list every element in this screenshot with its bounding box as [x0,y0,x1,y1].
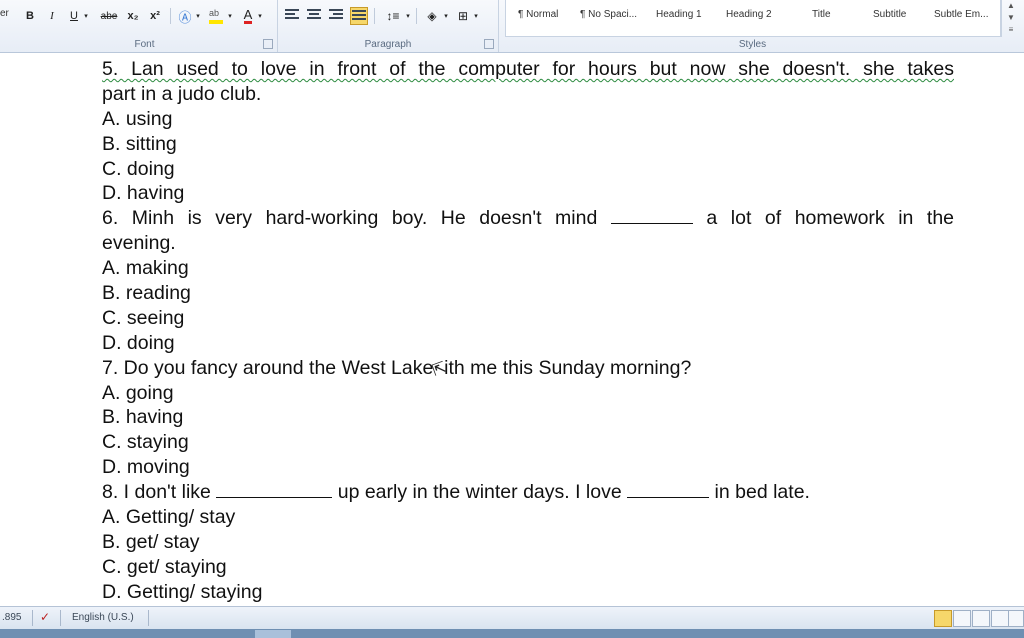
question-6-text-pre: 6. Minh is very hard-working boy. He doe… [102,207,598,230]
web-layout-view-button[interactable] [972,610,990,627]
paragraph-dialog-launcher-icon[interactable] [484,39,494,49]
document-page[interactable]: 5. Lan used to love in front of the comp… [0,53,1024,605]
align-right-button[interactable] [328,7,344,23]
doc-line: 6. Minh is very hard-working boy. He doe… [102,206,954,231]
paragraph-group-label: Paragraph [364,39,412,50]
shading-icon[interactable]: ◈ [422,6,442,26]
underline-button[interactable]: U [66,6,82,26]
option-line: C. doing [102,157,175,180]
borders-icon[interactable]: ⊞ [454,6,472,26]
question-8-text-mid: up early in the winter days. I love [337,481,622,504]
doc-line: part in a judo club. [102,82,262,105]
option-line: C. staying [102,431,189,454]
question-6-text-post: a lot of homework in the [706,207,955,230]
taskbar [0,629,1024,638]
font-group-label: Font [134,39,155,50]
highlight-dropdown-icon[interactable]: ▾ [226,6,234,26]
style-heading-1[interactable]: Heading 1 [656,9,702,20]
paragraph-group: ↕≡ ▾ ◈ ▾ ⊞ ▾ Paragraph [278,0,499,52]
style-title[interactable]: Title [812,9,831,20]
question-7-text-pre: 7. Do you fancy around the West Lake [102,356,439,379]
shading-dropdown-icon[interactable]: ▾ [442,6,450,26]
document-body[interactable]: 5. Lan used to love in front of the comp… [102,57,954,605]
draft-view-button[interactable] [1008,610,1024,627]
option-line: B. sitting [102,132,177,155]
style-subtle-emphasis[interactable]: Subtle Em... [934,9,988,20]
text-effects-icon[interactable]: Ⓐ [176,6,194,26]
option-line: D. doing [102,331,175,354]
chevron-up-icon[interactable]: ▲ [1001,0,1021,12]
language-indicator[interactable]: English (U.S.) [72,612,134,623]
option-line: B. get/ stay [102,530,200,553]
question-8-text-post: in bed late. [714,481,810,504]
option-line: D. Getting/ staying [102,580,263,603]
status-bar: .895 ✓ English (U.S.) [0,606,1024,630]
option-line: C. get/ staying [102,555,227,578]
borders-dropdown-icon[interactable]: ▾ [472,6,480,26]
print-layout-view-button[interactable] [934,610,952,627]
option-line: A. using [102,107,173,130]
line-spacing-dropdown-icon[interactable]: ▾ [404,6,412,26]
font-color-button[interactable]: A [240,6,256,26]
superscript-button[interactable]: x² [146,6,164,26]
strikethrough-button[interactable]: abe [98,6,120,26]
chevron-down-icon[interactable]: ▼ [1001,12,1021,24]
font-color-dropdown-icon[interactable]: ▾ [256,6,264,26]
doc-line: 8. I don't like up early in the winter d… [102,480,954,505]
option-line: C. seeing [102,306,185,329]
style-no-spacing[interactable]: ¶ No Spaci... [580,9,637,20]
ribbon-edge-label: er [0,8,9,19]
option-line: A. going [102,381,174,404]
highlight-color-icon[interactable]: ab [206,6,226,26]
question-8-text-pre: 8. I don't like [102,481,211,504]
option-line: B. having [102,406,184,429]
font-color-icon: A [243,7,253,24]
answer-blank [627,481,710,499]
justify-button[interactable] [350,7,368,25]
doc-line: 5. Lan used to love in front of the comp… [102,57,954,82]
italic-button[interactable]: I [44,6,60,26]
option-line: D. having [102,182,185,205]
style-heading-2[interactable]: Heading 2 [726,9,772,20]
full-screen-reading-view-button[interactable] [953,610,971,627]
question-5-text: 5. Lan used to love in front of the comp… [102,58,954,80]
doc-line: 7. Do you fancy around the West Lake ⇱it… [102,356,954,381]
styles-gallery: ¶ Normal ¶ No Spaci... Heading 1 Heading… [505,0,1002,37]
outline-view-button[interactable] [991,610,1009,627]
styles-gallery-scroll[interactable]: ▲ ▼ ≡ [1000,0,1021,36]
doc-line: evening. [102,232,176,255]
option-line: A. making [102,257,189,280]
ribbon: er B I U ▾ abe x₂ x² Ⓐ ▾ ab ▾ A ▾ Font ↕… [0,0,1024,53]
underline-dropdown-icon[interactable]: ▾ [82,6,90,26]
align-center-button[interactable] [306,7,322,23]
proofing-error-icon[interactable]: ✓ [40,610,50,624]
styles-group-label: Styles [738,39,767,50]
answer-blank [610,207,693,225]
more-styles-icon[interactable]: ≡ [1001,24,1021,36]
option-line: D. moving [102,456,190,479]
align-left-button[interactable] [284,7,300,23]
taskbar-item[interactable] [255,630,291,638]
subscript-button[interactable]: x₂ [124,6,142,26]
style-subtitle[interactable]: Subtitle [873,9,906,20]
text-effects-dropdown-icon[interactable]: ▾ [194,6,202,26]
bold-button[interactable]: B [22,6,38,26]
question-7-text-post: ith me this Sunday morning? [444,356,692,379]
word-count[interactable]: .895 [2,612,21,623]
option-line: B. reading [102,282,191,305]
option-line: A. Getting/ stay [102,506,236,529]
font-group: B I U ▾ abe x₂ x² Ⓐ ▾ ab ▾ A ▾ Font [12,0,278,52]
style-normal[interactable]: ¶ Normal [518,9,558,20]
answer-blank [216,481,333,499]
line-spacing-icon[interactable]: ↕≡ [382,6,404,26]
font-dialog-launcher-icon[interactable] [263,39,273,49]
